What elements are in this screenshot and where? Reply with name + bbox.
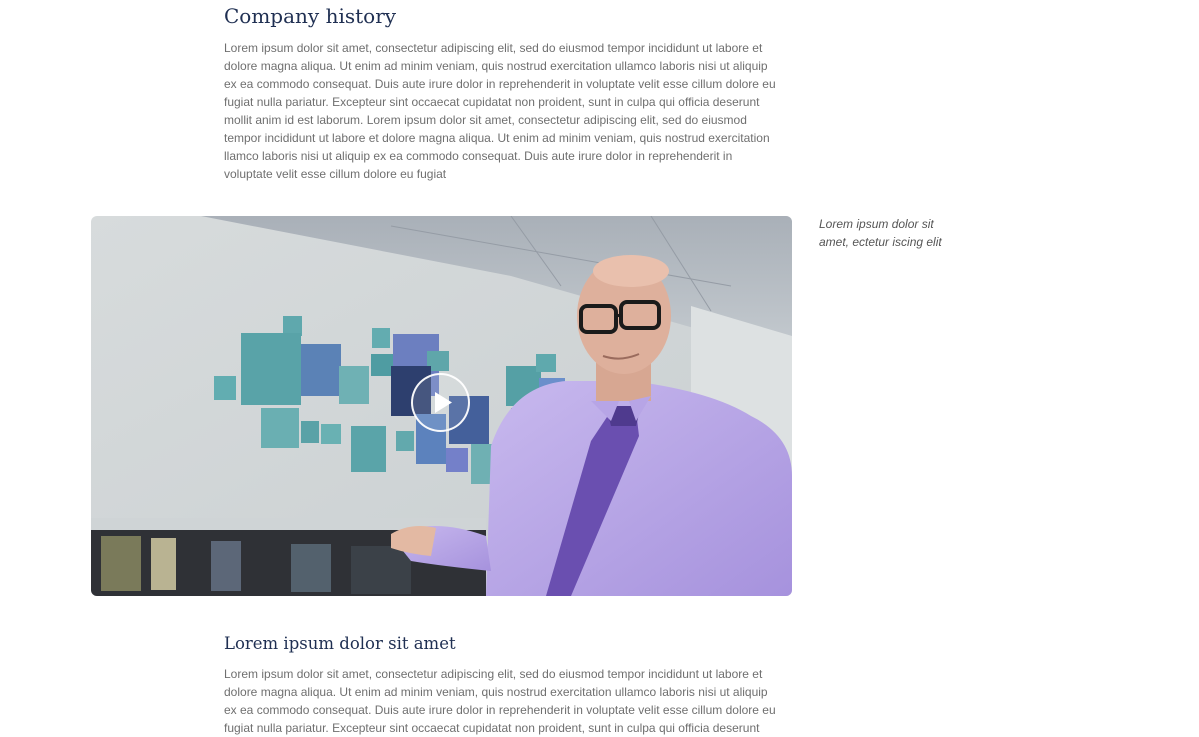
- video-player[interactable]: [91, 216, 792, 596]
- section-body-second: Lorem ipsum dolor sit amet, consectetur …: [224, 667, 776, 735]
- section-body-company-history: Lorem ipsum dolor sit amet, consectetur …: [224, 41, 776, 181]
- play-button[interactable]: [411, 373, 470, 432]
- play-icon: [435, 392, 452, 413]
- section-title-second: Lorem ipsum dolor sit amet: [224, 634, 456, 653]
- video-caption: Lorem ipsum dolor sit amet, ectetur isci…: [819, 217, 942, 249]
- section-title-company-history: Company history: [224, 4, 397, 28]
